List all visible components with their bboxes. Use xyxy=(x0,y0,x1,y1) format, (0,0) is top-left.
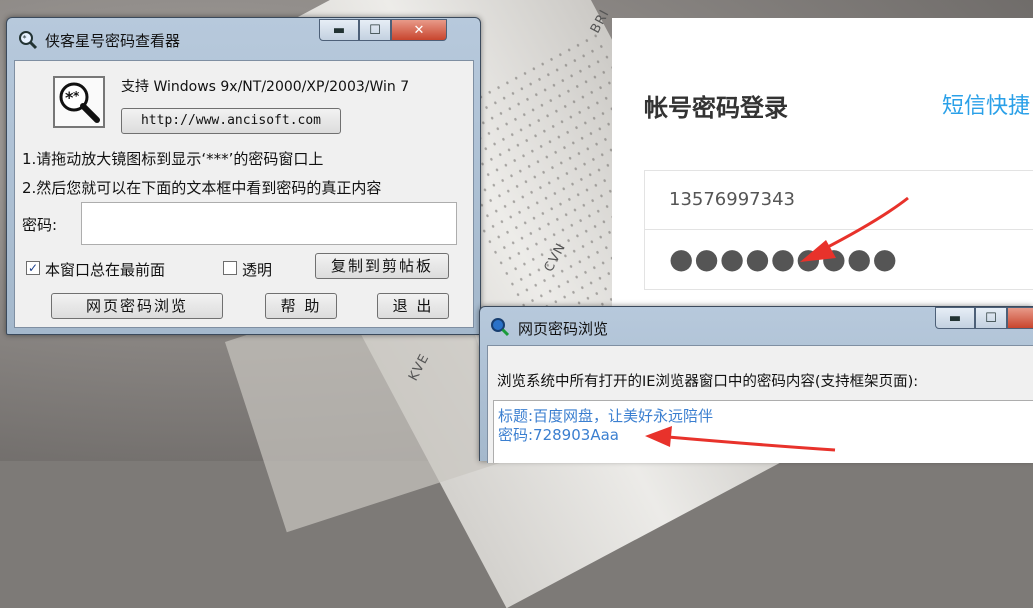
arrow-to-password-field xyxy=(800,196,909,262)
arrow-to-revealed-password xyxy=(645,426,836,452)
annotation-arrows xyxy=(645,196,909,452)
